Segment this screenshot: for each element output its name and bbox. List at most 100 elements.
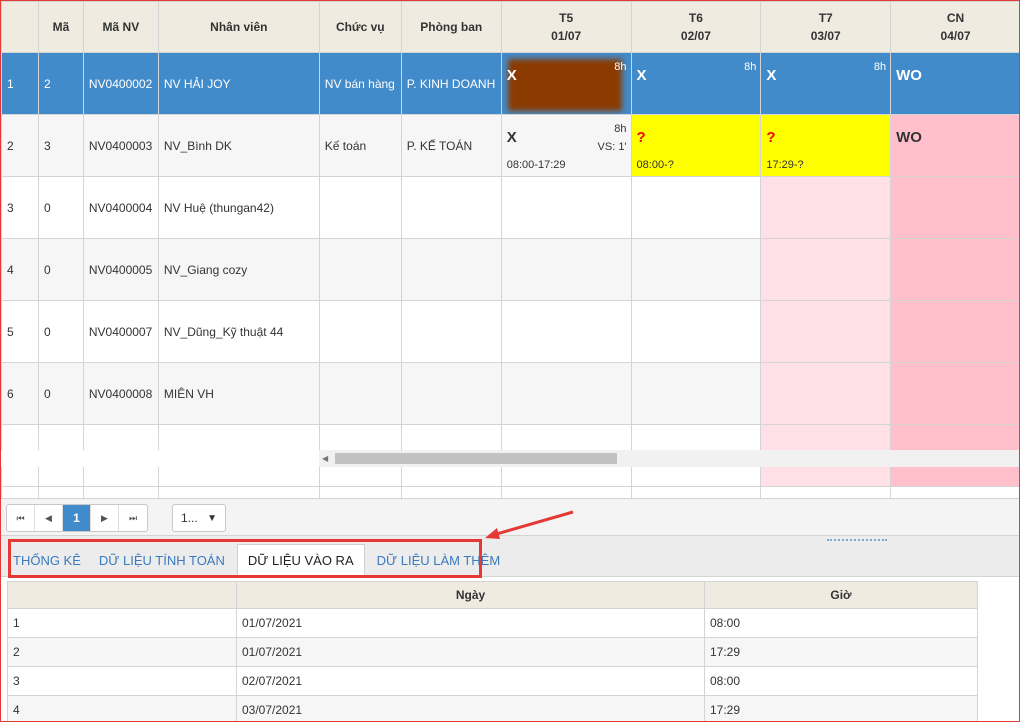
col-header-index[interactable] <box>1 1 39 53</box>
io-row[interactable]: 1 01/07/2021 08:00 <box>7 608 978 638</box>
scroll-left-icon[interactable]: ◀ <box>322 454 328 463</box>
col-header-phong-ban[interactable]: Phòng ban <box>400 1 502 53</box>
day-cell[interactable] <box>760 362 892 425</box>
cell-chuc-vu <box>318 300 402 363</box>
io-cell-date: 02/07/2021 <box>236 666 705 696</box>
day-cell[interactable]: WO <box>890 114 1019 177</box>
day-cell[interactable] <box>760 238 892 301</box>
attendance-mark: X <box>506 129 517 146</box>
cell-phong-ban <box>400 238 502 301</box>
horizontal-scrollbar[interactable]: ◀ <box>319 450 1019 467</box>
table-row[interactable]: 2 3 NV0400003 NV_Bình DK Kế toán P. KẾ T… <box>1 114 1019 177</box>
attendance-mark: X <box>636 67 647 84</box>
first-page-button[interactable]: ⏮ <box>7 505 35 531</box>
attendance-mark: WO <box>896 67 922 84</box>
io-cell-index: 4 <box>7 695 237 721</box>
chevron-down-icon: ▼ <box>207 513 217 524</box>
work-hours: 8h <box>614 61 627 73</box>
io-cell-index: 2 <box>7 637 237 667</box>
timesheet-table: Mã Mã NV Nhân viên Chức vụ Phòng ban T5 0… <box>1 1 1019 498</box>
day-cell[interactable] <box>760 176 892 239</box>
cell-ma-nv: NV0400007 <box>82 300 159 363</box>
day-cell[interactable] <box>500 176 632 239</box>
cell-index: 1 <box>1 52 39 115</box>
io-cell-index: 3 <box>7 666 237 696</box>
table-row[interactable]: 4 0 NV0400005 NV_Giang cozy <box>1 238 1019 301</box>
day-date: 03/07 <box>810 29 841 43</box>
splitter-handle[interactable] <box>827 539 887 543</box>
cell-ma: 0 <box>37 300 84 363</box>
table-row[interactable]: 3 0 NV0400004 NV Huệ (thungan42) <box>1 176 1019 239</box>
day-cell[interactable]: WO <box>890 52 1019 115</box>
day-date: 04/07 <box>940 29 971 43</box>
col-header-day-3[interactable]: T7 03/07 <box>760 1 892 53</box>
next-page-button[interactable]: ▶ <box>91 505 119 531</box>
col-header-ma[interactable]: Mã <box>37 1 84 53</box>
page-size-select[interactable]: 1... ▼ <box>172 504 226 532</box>
day-cell[interactable]: ? 17:29-? <box>760 114 892 177</box>
late-early-minutes: VS: 1' <box>597 141 627 153</box>
io-cell-index: 1 <box>7 608 237 638</box>
day-cell[interactable] <box>500 238 632 301</box>
day-cell[interactable] <box>630 238 762 301</box>
day-dow: T5 <box>559 11 574 25</box>
day-cell[interactable] <box>890 176 1019 239</box>
col-header-day-1[interactable]: T5 01/07 <box>500 1 632 53</box>
cell-ma-nv: NV0400004 <box>82 176 159 239</box>
day-cell[interactable]: X 8h <box>630 52 762 115</box>
day-cell[interactable] <box>500 300 632 363</box>
day-cell[interactable] <box>890 300 1019 363</box>
day-cell[interactable] <box>760 300 892 363</box>
cell-index: 4 <box>1 238 39 301</box>
io-cell-time: 17:29 <box>704 637 978 667</box>
day-cell[interactable] <box>890 362 1019 425</box>
cell-index: 5 <box>1 300 39 363</box>
attendance-window: Mã Mã NV Nhân viên Chức vụ Phòng ban T5 0… <box>0 0 1020 722</box>
day-cell[interactable]: ? 08:00-? <box>630 114 762 177</box>
col-header-ma-nv[interactable]: Mã NV <box>82 1 159 53</box>
cell-chuc-vu <box>318 362 402 425</box>
io-col-gio[interactable]: Giờ <box>704 581 978 609</box>
io-row[interactable]: 2 01/07/2021 17:29 <box>7 637 978 667</box>
cell-ma: 0 <box>37 238 84 301</box>
io-cell-date: 01/07/2021 <box>236 637 705 667</box>
cell-ma-nv: NV0400008 <box>82 362 159 425</box>
last-page-button[interactable]: ⏭ <box>119 505 147 531</box>
io-cell-time: 08:00 <box>704 608 978 638</box>
io-row[interactable]: 4 03/07/2021 17:29 <box>7 695 978 721</box>
day-cell[interactable] <box>630 300 762 363</box>
io-cell-time: 17:29 <box>704 695 978 721</box>
col-header-day-4[interactable]: CN 04/07 <box>890 1 1019 53</box>
cell-chuc-vu <box>318 238 402 301</box>
attendance-mark: WO <box>896 129 922 146</box>
table-row[interactable]: 1 2 NV0400002 NV HẢI JOY NV bán hàng P. … <box>1 52 1019 115</box>
day-cell[interactable]: X 8h VS: 1' 08:00-17:29 <box>500 114 632 177</box>
header-row: Mã Mã NV Nhân viên Chức vụ Phòng ban T5 0… <box>1 1 1019 53</box>
frozen-scroll-area <box>1 450 319 467</box>
col-header-nhan-vien[interactable]: Nhân viên <box>157 1 320 53</box>
io-col-ngay[interactable]: Ngày <box>236 581 705 609</box>
day-cell[interactable] <box>630 176 762 239</box>
day-cell[interactable] <box>630 362 762 425</box>
cell-employee-name: NV_Giang cozy <box>157 238 320 301</box>
cell-phong-ban: P. KẾ TOÁN <box>400 114 502 177</box>
table-row[interactable]: 5 0 NV0400007 NV_Dũng_Kỹ thuật 44 <box>1 300 1019 363</box>
table-row[interactable]: 6 0 NV0400008 MIÊN VH <box>1 362 1019 425</box>
day-cell[interactable] <box>890 238 1019 301</box>
current-page-button[interactable]: 1 <box>63 505 91 531</box>
col-header-day-2[interactable]: T6 02/07 <box>630 1 762 53</box>
col-header-chuc-vu[interactable]: Chức vụ <box>318 1 402 53</box>
day-dow: CN <box>946 11 965 25</box>
io-row[interactable]: 3 02/07/2021 08:00 <box>7 666 978 696</box>
prev-page-button[interactable]: ◀ <box>35 505 63 531</box>
cell-phong-ban <box>400 176 502 239</box>
day-cell[interactable]: X 8h <box>500 52 632 115</box>
io-col-index[interactable] <box>7 581 237 609</box>
missing-mark: ? <box>636 129 646 146</box>
cell-employee-name: NV Huệ (thungan42) <box>157 176 320 239</box>
day-cell[interactable]: X 8h <box>760 52 892 115</box>
scrollbar-thumb[interactable] <box>335 453 617 464</box>
cell-ma-nv: NV0400003 <box>82 114 159 177</box>
cell-employee-name: MIÊN VH <box>157 362 320 425</box>
day-cell[interactable] <box>500 362 632 425</box>
